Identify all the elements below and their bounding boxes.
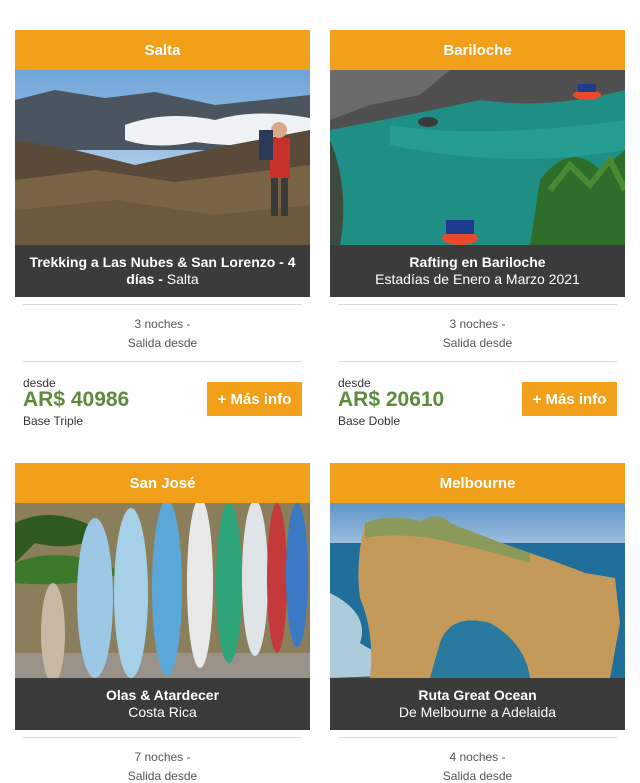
- card-caption: Olas & Atardecer Costa Rica: [15, 678, 310, 730]
- nights-count: 7 noches -: [134, 750, 191, 764]
- departure-label: Salida desde: [442, 336, 513, 350]
- card-title[interactable]: Olas & Atardecer: [106, 687, 219, 704]
- surfboards-photo[interactable]: [15, 503, 310, 678]
- card-title-location: Salta: [162, 271, 199, 287]
- nights-count: 3 noches -: [449, 317, 506, 331]
- departure-label: Salida desde: [442, 769, 513, 783]
- room-basis: Base Doble: [338, 414, 401, 428]
- card-subtitle: De Melbourne a Adelaida: [398, 704, 557, 720]
- card-destination-header: Salta: [15, 30, 310, 70]
- card-destination-header: San José: [15, 463, 310, 503]
- package-card-san-jose: San José Olas & Atardecer Costa Rica 7 n…: [15, 463, 310, 783]
- price-amount: AR$ 20610: [338, 388, 445, 411]
- rafting-photo[interactable]: [330, 70, 625, 245]
- departure-label: Salida desde: [127, 336, 198, 350]
- trip-meta: 4 noches - Salida desde: [330, 738, 625, 783]
- room-basis: Base Triple: [23, 414, 84, 428]
- card-subtitle: Costa Rica: [128, 704, 197, 720]
- card-caption: Trekking a Las Nubes & San Lorenzo - 4 d…: [15, 245, 310, 297]
- card-destination-header: Bariloche: [330, 30, 625, 70]
- trip-meta: 3 noches - Salida desde: [330, 305, 625, 361]
- card-subtitle: Estadías de Enero a Marzo 2021: [375, 271, 580, 287]
- more-info-button[interactable]: + Más info: [522, 382, 617, 416]
- package-card-melbourne: Melbourne Ruta Great Ocean De Melbourne …: [330, 463, 625, 783]
- departure-label: Salida desde: [127, 769, 198, 783]
- price-row: desde AR$ 20610 Base Doble + Más info: [330, 362, 625, 434]
- trip-meta: 3 noches - Salida desde: [15, 305, 310, 361]
- price-amount: AR$ 40986: [23, 388, 130, 411]
- card-title[interactable]: Rafting en Bariloche: [409, 254, 545, 271]
- card-destination-header: Melbourne: [330, 463, 625, 503]
- package-card-bariloche: Bariloche Rafting en Bariloche Estadías …: [330, 30, 625, 434]
- great-ocean-photo[interactable]: [330, 503, 625, 678]
- more-info-button[interactable]: + Más info: [207, 382, 302, 416]
- card-title[interactable]: Trekking a Las Nubes & San Lorenzo - 4 d…: [25, 254, 300, 288]
- card-title[interactable]: Ruta Great Ocean: [418, 687, 536, 704]
- card-caption: Rafting en Bariloche Estadías de Enero a…: [330, 245, 625, 297]
- trip-meta: 7 noches - Salida desde: [15, 738, 310, 783]
- price-row: desde AR$ 40986 Base Triple + Más info: [15, 362, 310, 434]
- package-card-salta: Salta Trekking a Las Nubes & San Lorenzo…: [15, 30, 310, 434]
- card-caption: Ruta Great Ocean De Melbourne a Adelaida: [330, 678, 625, 730]
- nights-count: 3 noches -: [134, 317, 191, 331]
- trekking-photo[interactable]: [15, 70, 310, 245]
- nights-count: 4 noches -: [449, 750, 506, 764]
